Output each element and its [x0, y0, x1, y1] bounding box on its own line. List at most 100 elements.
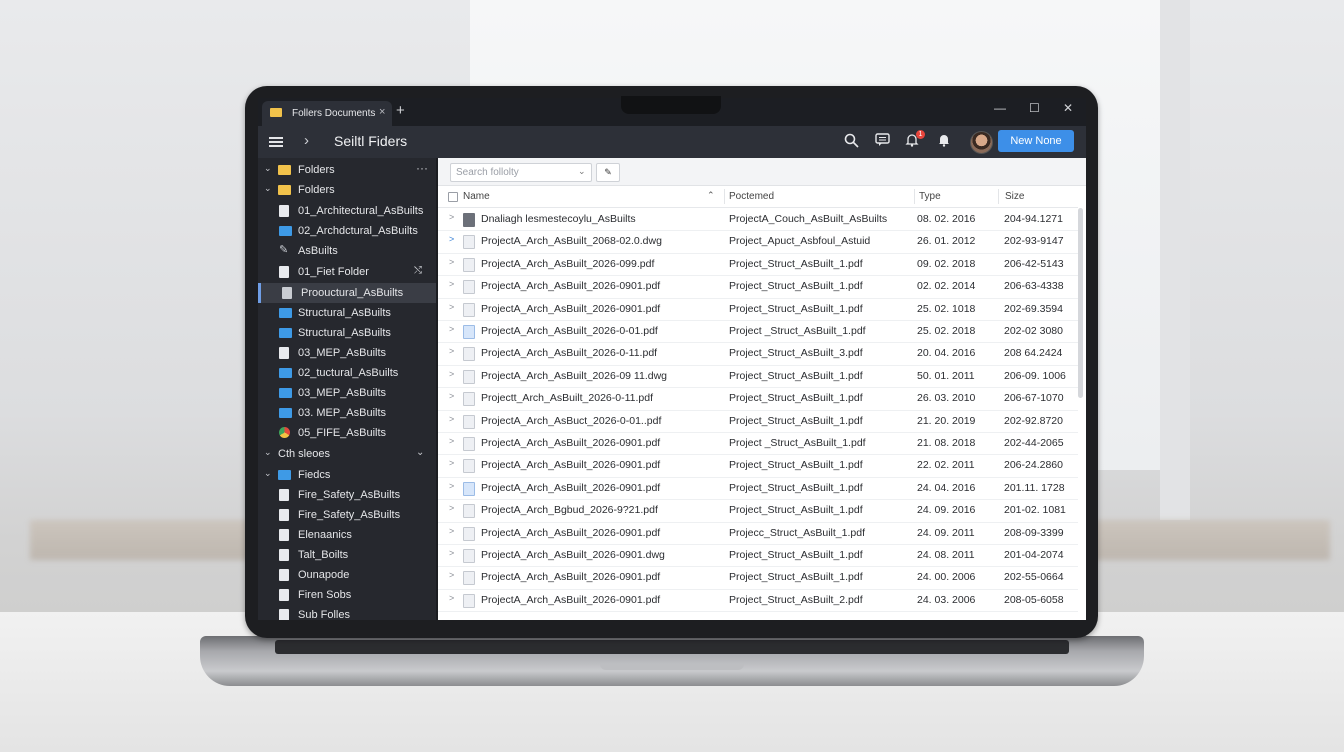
sidebar-item[interactable]: Firen Sobs: [258, 585, 436, 605]
new-tab-button[interactable]: +: [396, 102, 405, 119]
select-all-checkbox[interactable]: [448, 192, 458, 202]
sidebar-item[interactable]: 02_Archdctural_AsBuilts: [258, 221, 436, 241]
sidebar-item[interactable]: Structural_AsBuilts: [258, 303, 436, 323]
chevron-down-icon[interactable]: ⌄: [264, 163, 272, 174]
sidebar-item[interactable]: Fire_Safety_AsBuilts: [258, 505, 436, 525]
sidebar-item[interactable]: Ounapode: [258, 565, 436, 585]
avatar[interactable]: [970, 131, 993, 154]
table-row[interactable]: > ProjectA_Arch_AsBuilt_2026-0901.pdf Proj…: [438, 522, 1078, 545]
chevron-right-icon[interactable]: >: [449, 526, 454, 536]
chevron-right-icon[interactable]: >: [449, 369, 454, 379]
table-row[interactable]: > ProjectA_Arch_AsBuilt_2026-0901.pdf Proj…: [438, 589, 1078, 613]
chevron-right-icon[interactable]: >: [449, 458, 454, 468]
chevron-right-icon[interactable]: >: [449, 436, 454, 446]
chevron-right-icon[interactable]: >: [449, 570, 454, 580]
chevron-down-icon[interactable]: ⌄: [578, 166, 586, 177]
chevron-down-icon[interactable]: ⌄: [264, 447, 272, 458]
pin-button[interactable]: ✎: [596, 163, 620, 182]
sidebar-item[interactable]: 01_Architectural_AsBuilts: [258, 201, 436, 221]
chevron-right-icon[interactable]: >: [449, 593, 454, 603]
chevron-right-icon[interactable]: >: [449, 391, 454, 401]
menu-icon[interactable]: [269, 137, 283, 139]
sidebar-item[interactable]: ⌄ Fiedcs: [258, 465, 436, 485]
sidebar-item[interactable]: Fire_Safety_AsBuilts: [258, 485, 436, 505]
close-window-button[interactable]: ✕: [1063, 101, 1073, 115]
table-row[interactable]: > ProjectA_Arch_Bgbud_2026-9?21.pdf Projec…: [438, 499, 1078, 523]
folder-icon: [279, 368, 292, 378]
sidebar-item-label: Structural_AsBuilts: [298, 327, 391, 339]
cell-type: 26. 01. 2012: [917, 235, 976, 248]
new-button[interactable]: New None: [998, 130, 1074, 152]
column-name[interactable]: Name: [463, 191, 490, 202]
sidebar-item-label: Cth sleoes: [278, 448, 330, 460]
chevron-right-icon[interactable]: >: [449, 346, 454, 356]
tab-documents[interactable]: Follers Documents ×: [262, 101, 392, 126]
chevron-right-icon[interactable]: >: [449, 503, 454, 513]
sidebar-item[interactable]: ⌄ Folders ···: [258, 160, 436, 180]
sidebar-item[interactable]: 03_MEP_AsBuilts: [258, 343, 436, 363]
sidebar-item[interactable]: Proouctural_AsBuilts: [258, 283, 439, 303]
chevron-right-icon[interactable]: >: [449, 481, 454, 491]
sidebar-item[interactable]: 03_MEP_AsBuilts: [258, 383, 436, 403]
cell-type: 24. 09. 2016: [917, 504, 976, 517]
file-icon: [463, 459, 475, 474]
table-row[interactable]: > Projectt_Arch_AsBuilt_2026-0-11.pdf Proj…: [438, 387, 1078, 411]
file-icon: [463, 392, 475, 407]
table-row[interactable]: > ProjectA_Arch_AsBuilt_2068-02.0.dwg Proj…: [438, 230, 1078, 254]
table-row[interactable]: > ProjectA_Arch_AsBuilt_2026-0901.dwg Proj…: [438, 544, 1078, 568]
table-row[interactable]: > ProjectA_Arch_AsBuilt_2026-0901.pdf Proj…: [438, 566, 1078, 590]
search-input[interactable]: Search follolty ⌄: [450, 163, 592, 182]
chevron-right-icon[interactable]: >: [449, 414, 454, 424]
table-row[interactable]: > ProjectA_Arch_AsBuilt_2026-0901.pdf Proj…: [438, 298, 1078, 321]
chevron-right-icon[interactable]: >: [449, 212, 454, 222]
chevron-right-icon[interactable]: >: [449, 548, 454, 558]
sidebar-item[interactable]: ⌄ Folders: [258, 180, 436, 200]
bell-icon[interactable]: [935, 133, 953, 150]
sidebar-item[interactable]: ⌄ Cth sleoes ⌄: [258, 444, 436, 464]
sidebar-item[interactable]: ✎ AsBuilts: [258, 241, 436, 261]
table-row[interactable]: > ProjectA_Arch_AsBuilt_2026-0901.pdf Proj…: [438, 477, 1078, 501]
sidebar-item[interactable]: 01_Fiet Folder ⤭: [258, 262, 436, 282]
chevron-right-icon[interactable]: ›: [304, 132, 309, 149]
chat-icon[interactable]: [873, 133, 891, 150]
cell-name: ProjectA_Arch_AsBuilt_2026-0901.pdf: [481, 526, 661, 539]
sidebar-item[interactable]: Structural_AsBuilts: [258, 323, 436, 343]
table-row[interactable]: > Dnaliagh lesmestecoylu_AsBuilts ProjectA…: [438, 208, 1078, 232]
more-options-icon[interactable]: ···: [416, 161, 428, 175]
cell-size: 206-09. 1006: [1004, 369, 1066, 382]
sidebar-item[interactable]: 05_FIFE_AsBuilts: [258, 423, 436, 443]
table-row[interactable]: > ProjectA_Arch_AsBuilt_2026-0901.pdf Proj…: [438, 432, 1078, 456]
table-row[interactable]: > ProjectA_Arch_AsBuilt_2026-0-01.pdf Proj…: [438, 320, 1078, 344]
table-row[interactable]: > ProjectA_Arch_AsBuilt_2026-0901.pdf Proj…: [438, 275, 1078, 299]
table-row[interactable]: > ProjectA_Arch_AsBuilt_2026-0-11.pdf Proj…: [438, 342, 1078, 366]
column-size[interactable]: Size: [1005, 191, 1024, 202]
sidebar-item[interactable]: 03. MEP_AsBuilts: [258, 403, 436, 423]
close-tab-icon[interactable]: ×: [379, 106, 385, 118]
maximize-button[interactable]: ☐: [1029, 101, 1040, 115]
sidebar-item[interactable]: Elenaanics: [258, 525, 436, 545]
chevron-right-icon[interactable]: >: [449, 324, 454, 334]
table-row[interactable]: > ProjectA_Arch_AsBuct_2026-0-01..pdf Proj…: [438, 410, 1078, 433]
chevron-down-icon[interactable]: ⌄: [264, 183, 272, 194]
table-row[interactable]: > ProjectA_Arch_AsBuilt_2026-09 11.dwg Pro…: [438, 365, 1078, 389]
chevron-right-icon[interactable]: >: [449, 279, 454, 289]
vertical-scrollbar[interactable]: [1078, 208, 1083, 398]
column-type[interactable]: Type: [919, 191, 941, 202]
sidebar-item[interactable]: Talt_Boilts: [258, 545, 436, 565]
chevron-down-icon[interactable]: ⌄: [416, 447, 424, 458]
chevron-right-icon[interactable]: >: [449, 257, 454, 267]
cell-size: 206-63-4338: [1004, 280, 1064, 293]
chevron-right-icon[interactable]: >: [449, 234, 454, 244]
chevron-right-icon[interactable]: >: [449, 302, 454, 312]
sidebar-item[interactable]: Sub Folles: [258, 605, 436, 620]
table-row[interactable]: > ProjectA_Arch_AsBuilt_2026-099.pdf Proje…: [438, 253, 1078, 277]
minimize-button[interactable]: —: [994, 101, 1006, 115]
column-modified[interactable]: Poctemed: [729, 191, 774, 202]
file-icon: [279, 529, 289, 541]
sort-asc-icon[interactable]: ⌃: [707, 190, 715, 201]
sidebar-item[interactable]: 02_tuctural_AsBuilts: [258, 363, 436, 383]
share-icon[interactable]: ⤭: [414, 265, 422, 276]
search-icon[interactable]: [842, 133, 860, 151]
table-row[interactable]: > ProjectA_Arch_AsBuilt_2026-0901.pdf Proj…: [438, 454, 1078, 478]
chevron-down-icon[interactable]: ⌄: [264, 468, 272, 479]
